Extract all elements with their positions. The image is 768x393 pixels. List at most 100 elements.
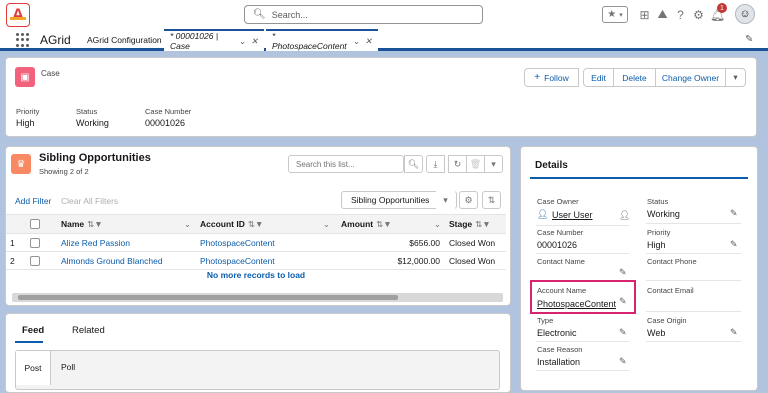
favorites-button[interactable]: ★ ▾ xyxy=(602,6,628,23)
refresh-icon[interactable]: ↻ xyxy=(448,155,467,173)
close-icon[interactable]: ✕ xyxy=(365,36,372,47)
account-link[interactable]: PhotospaceContent xyxy=(200,234,275,252)
change-owner-icon[interactable]: 👤︎ xyxy=(619,210,630,221)
column-header-account-id[interactable]: Account ID ⇅▼ ⌄ xyxy=(200,214,330,234)
case-icon: ▣ xyxy=(15,67,35,87)
divider xyxy=(646,223,741,224)
column-label: Stage xyxy=(449,219,473,229)
delete-button[interactable]: Delete xyxy=(614,68,656,87)
trailhead-icon[interactable]: ⛰ xyxy=(654,6,671,23)
settings-icon[interactable]: ⚙ xyxy=(459,191,478,209)
account-link[interactable]: PhotospaceContent xyxy=(200,252,275,270)
edit-nav-icon[interactable]: ✎ xyxy=(745,34,753,45)
app-logo[interactable]: A xyxy=(6,3,30,27)
chevron-down-icon[interactable]: ⌄ xyxy=(434,219,441,230)
row-checkbox[interactable] xyxy=(30,234,40,252)
case-origin-value: Web xyxy=(647,328,666,338)
chevron-down-icon[interactable]: ▾ xyxy=(484,155,503,173)
priority-label: Priority xyxy=(16,107,40,116)
amount-cell: $12,000.00 xyxy=(397,256,440,266)
tab-label: AGrid Configuration xyxy=(87,35,162,45)
chevron-down-icon[interactable]: ⌄ xyxy=(323,219,330,230)
contact-name-label: Contact Name xyxy=(537,257,585,266)
pencil-icon[interactable]: ✎ xyxy=(619,356,627,367)
star-icon: ★ xyxy=(607,9,617,20)
status-label: Status xyxy=(647,197,669,206)
pencil-icon[interactable]: ✎ xyxy=(619,296,627,307)
tab-case[interactable]: * 00001026 | Case ⌄ ✕ xyxy=(164,29,264,51)
case-owner-label: Case Owner xyxy=(537,197,579,206)
avatar[interactable]: ☺ xyxy=(735,4,755,24)
priority-label: Priority xyxy=(647,228,671,237)
opportunity-name-link[interactable]: Alize Red Passion xyxy=(61,234,130,252)
pencil-icon[interactable]: ✎ xyxy=(619,327,627,338)
status-value: Working xyxy=(647,209,680,219)
tab-related[interactable]: Related xyxy=(72,325,105,336)
tab-feed[interactable]: Feed xyxy=(22,325,44,336)
more-actions-button[interactable]: ▾ xyxy=(726,68,746,87)
column-header-amount[interactable]: Amount ⇅▼ ⌄ xyxy=(341,214,441,234)
search-placeholder: Search... xyxy=(271,9,308,20)
case-number-value: 00001026 xyxy=(537,240,578,250)
column-header-stage[interactable]: Stage ⇅▼ xyxy=(449,214,504,234)
chevron-down-icon[interactable]: ⌄ xyxy=(353,36,360,47)
pencil-icon[interactable]: ✎ xyxy=(730,239,738,250)
case-number-label: Case Number xyxy=(145,107,192,116)
divider xyxy=(646,280,741,281)
account-name-label: Account Name xyxy=(537,286,587,295)
global-search-input[interactable]: 🔍︎ Search... xyxy=(244,5,483,24)
column-label: Amount xyxy=(341,219,374,229)
scrollbar-thumb[interactable] xyxy=(18,295,398,300)
contact-phone-label: Contact Phone xyxy=(647,257,697,266)
clear-filters-link[interactable]: Clear All Filters xyxy=(61,196,118,206)
account-name-link[interactable]: PhotospaceContent xyxy=(537,299,616,309)
column-label: Account ID xyxy=(200,219,245,229)
user-icon: 👤︎ xyxy=(537,209,549,219)
case-number-value: 00001026 xyxy=(145,118,186,128)
delete-icon[interactable]: 🗑︎ xyxy=(466,155,485,173)
close-icon[interactable]: ✕ xyxy=(251,36,258,47)
edit-button[interactable]: Edit xyxy=(583,68,614,87)
select-all-checkbox[interactable] xyxy=(30,214,40,234)
plus-icon: + xyxy=(534,72,541,83)
gear-icon[interactable]: ⚙ xyxy=(690,6,707,23)
row-checkbox[interactable] xyxy=(30,252,40,270)
divider xyxy=(536,253,629,254)
pencil-icon[interactable]: ✎ xyxy=(730,327,738,338)
tab-photospacecontent[interactable]: * PhotospaceContent ⌄ ✕ xyxy=(266,29,378,51)
details-tab-indicator xyxy=(530,177,748,179)
app-launcher-icon[interactable] xyxy=(16,33,30,47)
tab-agrid-configuration[interactable]: AGrid Configuration xyxy=(81,29,168,51)
column-label: Name xyxy=(61,219,85,229)
change-owner-button[interactable]: Change Owner xyxy=(656,68,726,87)
column-header-name[interactable]: Name ⇅▼ ⌄ xyxy=(61,214,191,234)
plus-icon[interactable]: ⊞ xyxy=(636,6,653,23)
download-icon[interactable]: ⤓ xyxy=(426,155,445,173)
chevron-down-icon[interactable]: ▾ xyxy=(436,191,455,209)
pencil-icon[interactable]: ✎ xyxy=(730,208,738,219)
case-reason-value: Installation xyxy=(537,357,581,367)
divider xyxy=(536,225,629,226)
type-value: Electronic xyxy=(537,328,577,338)
publisher-post-tab[interactable]: Post xyxy=(16,351,51,385)
follow-button[interactable]: + Follow xyxy=(524,68,579,87)
sort-icon: ⇅▼ xyxy=(87,218,103,229)
chevron-down-icon: ▾ xyxy=(619,11,623,19)
help-icon[interactable]: ? xyxy=(672,6,689,23)
pencil-icon[interactable]: ✎ xyxy=(619,267,627,278)
opportunity-name-link[interactable]: Almonds Ground Blanched xyxy=(61,252,163,270)
divider xyxy=(646,341,741,342)
priority-value: High xyxy=(647,240,666,250)
sort-icon[interactable]: ⇅ xyxy=(482,191,501,209)
add-filter-link[interactable]: Add Filter xyxy=(15,196,51,206)
search-icon[interactable]: 🔍︎ xyxy=(404,155,423,173)
amount-cell: $656.00 xyxy=(409,238,440,248)
no-more-records: No more records to load xyxy=(206,270,306,280)
case-owner-link[interactable]: User User xyxy=(552,210,593,220)
publisher-poll-tab[interactable]: Poll xyxy=(61,362,75,372)
details-title: Details xyxy=(535,160,568,171)
search-icon: 🔍︎ xyxy=(253,9,266,20)
chevron-down-icon[interactable]: ⌄ xyxy=(239,36,246,47)
chevron-down-icon[interactable]: ⌄ xyxy=(184,219,191,230)
list-search-input[interactable]: Search this list... xyxy=(288,155,404,173)
